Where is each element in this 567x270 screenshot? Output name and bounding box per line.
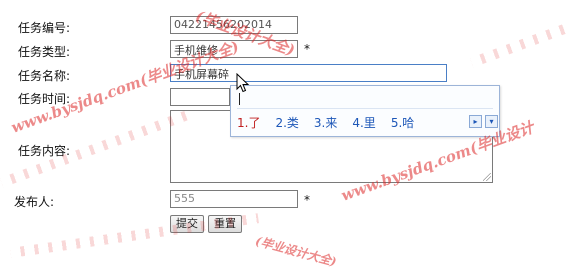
task-name-field[interactable]: 手机屏幕碎 (170, 64, 447, 82)
ime-candidate-3[interactable]: 3.来 (314, 114, 337, 132)
task-type-label: 任务类型: (18, 45, 71, 59)
task-number-label: 任务编号: (18, 21, 71, 35)
ime-composition-area (237, 90, 493, 109)
task-type-field[interactable]: 手机维修 (170, 40, 298, 58)
task-type-required-mark: * (304, 42, 310, 56)
ime-candidate-4[interactable]: 4.里 (352, 114, 375, 132)
ime-next-page-icon[interactable]: ▸ (469, 115, 482, 128)
submit-button[interactable]: 提交 (170, 215, 204, 233)
task-name-label: 任务名称: (18, 69, 71, 83)
task-content-label: 任务内容: (18, 144, 71, 158)
task-number-field[interactable]: 04221456202014 (170, 16, 298, 34)
publisher-label: 发布人: (14, 195, 55, 209)
mouse-pointer-icon (236, 73, 250, 93)
watermark-strip-right (470, 23, 567, 68)
ime-caret (239, 93, 240, 105)
ime-candidate-2[interactable]: 2.类 (275, 114, 298, 132)
task-time-field[interactable] (170, 88, 230, 106)
reset-button[interactable]: 重置 (208, 215, 242, 233)
resize-grip-icon[interactable] (483, 173, 491, 181)
ime-more-icon[interactable]: ▾ (485, 115, 498, 128)
publisher-field[interactable]: 555 (170, 190, 298, 208)
ime-candidate-5[interactable]: 5.哈 (391, 114, 414, 132)
watermark-bottom: (毕业设计大全) (253, 233, 339, 270)
ime-candidate-list: 1.了 2.类 3.来 4.里 5.哈 (237, 114, 414, 132)
task-time-label: 任务时间: (18, 92, 71, 106)
publisher-required-mark: * (304, 193, 310, 207)
ime-candidate-1[interactable]: 1.了 (237, 114, 260, 132)
ime-candidate-popup: 1.了 2.类 3.来 4.里 5.哈 ▸ ▾ (230, 85, 500, 137)
